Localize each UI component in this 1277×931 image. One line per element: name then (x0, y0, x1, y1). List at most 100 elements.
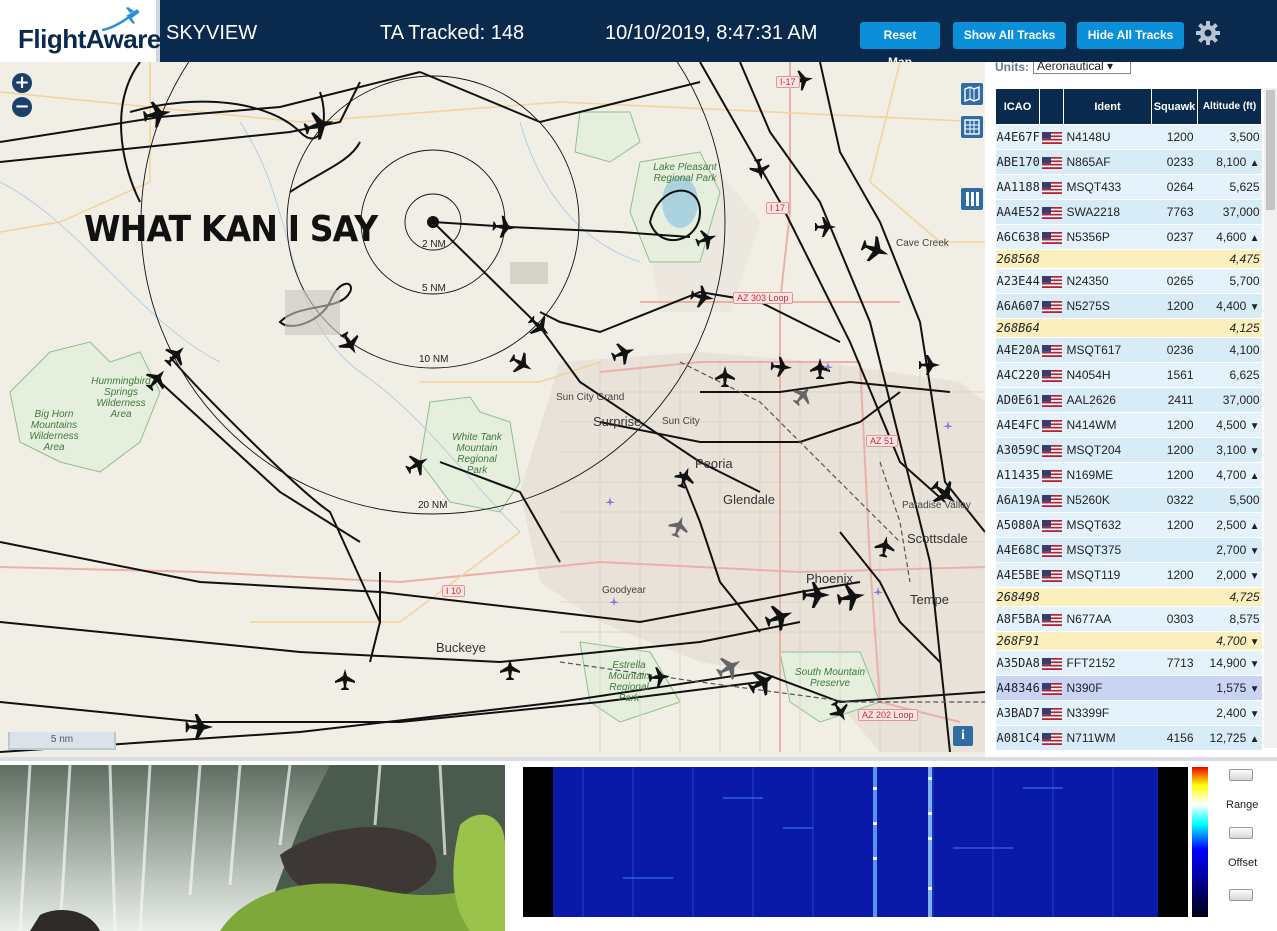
squawk-cell (1151, 675, 1198, 701)
range-slider-handle[interactable] (1229, 827, 1253, 839)
park-label: Estrella Mountain Regional Park (608, 660, 650, 704)
icao-cell: A5080A (995, 512, 1040, 538)
aircraft-row[interactable]: AD0E61 AAL2626 2411 37,000 (995, 387, 1262, 413)
aircraft-row[interactable]: A6C638 N5356P 0237 4,600 ▲ (995, 224, 1262, 250)
show-all-tracks-button[interactable]: Show All Tracks (953, 22, 1066, 49)
aircraft-row[interactable]: A3059C MSQT204 1200 3,100 ▼ (995, 437, 1262, 463)
squawk-cell: 1200 (1151, 437, 1198, 463)
aircraft-row[interactable]: A4E67F N4148U 1200 3,500 (995, 124, 1262, 150)
aircraft-row[interactable]: A6A19A N5260K 0322 5,500 (995, 487, 1262, 513)
range-ring-label: 5 NM (422, 283, 446, 294)
offset-label: Offset (1228, 857, 1258, 869)
waterfall-photo (0, 765, 505, 931)
icao-cell: 268498 (995, 587, 1040, 607)
aircraft-row[interactable]: AA1188 MSQT433 0264 5,625 (995, 174, 1262, 200)
top-slider-handle[interactable] (1229, 769, 1253, 781)
aircraft-row[interactable]: 268568 4,475 (995, 249, 1262, 269)
ident-cell: N390F (1063, 675, 1152, 701)
aircraft-row[interactable]: A11435 N169ME 1200 4,700 ▲ (995, 462, 1262, 488)
altitude-cell: 14,900 ▼ (1197, 650, 1262, 676)
squawk-cell: 1561 (1151, 362, 1198, 388)
column-header-altitude[interactable]: Altitude (ft) (1197, 88, 1262, 125)
aircraft-row[interactable]: 268F91 4,700 ▼ (995, 631, 1262, 651)
aircraft-row[interactable]: A4C220 N4054H 1561 6,625 (995, 362, 1262, 388)
ident-cell: N24350 (1063, 268, 1152, 294)
road-shield: AZ 51 (866, 435, 899, 447)
place-label: Cave Creek (896, 238, 949, 249)
aircraft-row[interactable]: 268B64 4,125 (995, 318, 1262, 338)
column-header-ident[interactable]: Ident (1063, 88, 1152, 125)
icao-cell: A4C220 (995, 362, 1040, 388)
reset-map-button[interactable]: Reset Map (860, 22, 940, 69)
flag-cell (1039, 362, 1064, 388)
icao-cell: A8F5BA (995, 606, 1040, 632)
aircraft-row[interactable]: A4E5BE MSQT119 1200 2,000 ▼ (995, 562, 1262, 588)
icao-cell: A4E68C (995, 537, 1040, 563)
altitude-cell: 5,625 (1197, 174, 1262, 200)
ident-cell: N4148U (1063, 124, 1152, 150)
us-flag-icon (1041, 613, 1062, 626)
city-label: Scottsdale (907, 531, 968, 546)
road-shield: AZ 303 Loop (733, 292, 793, 304)
aircraft-row[interactable]: A3BAD7 N3399F 2,400 ▼ (995, 700, 1262, 726)
altitude-cell: 12,725 ▲ (1197, 725, 1262, 751)
column-header-squawk[interactable]: Squawk (1151, 88, 1198, 125)
aircraft-row[interactable]: A35DA8 FFT2152 7713 14,900 ▼ (995, 650, 1262, 676)
scrollbar-thumb[interactable] (1266, 90, 1275, 210)
hide-all-tracks-button[interactable]: Hide All Tracks (1077, 22, 1184, 49)
road-shield: AZ 202 Loop (858, 709, 918, 721)
aircraft-row[interactable]: A4E20A MSQT617 0236 4,100 (995, 337, 1262, 363)
ident-cell: N3399F (1063, 700, 1152, 726)
map-layers-button[interactable] (961, 83, 983, 105)
altitude-cell: 4,700 ▼ (1197, 631, 1262, 651)
altitude-trend-icon: ▼ (1249, 684, 1260, 695)
squawk-cell: 1200 (1151, 462, 1198, 488)
flightaware-logo[interactable]: FlightAware (0, 0, 161, 62)
flag-cell (1039, 487, 1064, 513)
us-flag-icon (1041, 494, 1062, 507)
place-label: Sun City (662, 416, 700, 427)
ident-cell: MSQT375 (1063, 537, 1152, 563)
aircraft-row[interactable]: A4E4FC N414WM 1200 4,500 ▼ (995, 412, 1262, 438)
column-header-icao[interactable]: ICAO (995, 88, 1040, 125)
toggle-panel-button[interactable] (961, 188, 983, 210)
aircraft-row[interactable]: A8F5BA N677AA 0303 8,575 (995, 606, 1262, 632)
ident-cell: N5356P (1063, 224, 1152, 250)
icao-cell: A35DA8 (995, 650, 1040, 676)
offset-slider-handle[interactable] (1229, 889, 1253, 901)
us-flag-icon (1041, 300, 1062, 313)
aircraft-row[interactable]: A081C4 N711WM 4156 12,725 ▲ (995, 725, 1262, 751)
ident-cell (1063, 587, 1152, 607)
park-label: Big Horn Mountains Wilderness Area (29, 409, 79, 453)
flag-cell (1039, 462, 1064, 488)
info-button[interactable]: i (953, 726, 973, 746)
altitude-value: 5,500 (1229, 493, 1260, 507)
aircraft-row[interactable]: AA4E52 SWA2218 7763 37,000 (995, 199, 1262, 225)
altitude-trend-icon: ▲ (1249, 158, 1260, 169)
aircraft-row[interactable]: 268498 4,725 (995, 587, 1262, 607)
aircraft-row[interactable]: A23E44 N24350 0265 5,700 (995, 268, 1262, 294)
gear-icon[interactable] (1195, 20, 1221, 46)
park-label: Lake Pleasant Regional Park (653, 162, 717, 184)
flag-cell (1039, 725, 1064, 751)
units-select[interactable]: Aeronautical ▾ (1033, 62, 1131, 74)
altitude-cell: 2,700 ▼ (1197, 537, 1262, 563)
header-bar: FlightAware SKYVIEW TA Tracked: 148 10/1… (0, 0, 1277, 69)
table-scrollbar[interactable] (1264, 88, 1277, 748)
zoom-out-button[interactable]: − (12, 97, 32, 117)
zoom-in-button[interactable]: + (12, 73, 32, 93)
city-label: Peoria (695, 456, 733, 471)
flight-map[interactable]: Surprise Peoria Glendale Scottsdale Phoe… (0, 62, 985, 757)
flag-cell (1039, 675, 1064, 701)
ident-cell: N677AA (1063, 606, 1152, 632)
aircraft-row[interactable]: A4E68C MSQT375 2,700 ▼ (995, 537, 1262, 563)
altitude-value: 4,700 (1216, 634, 1247, 648)
icao-cell: AA4E52 (995, 199, 1040, 225)
aircraft-row[interactable]: A5080A MSQT632 1200 2,500 ▲ (995, 512, 1262, 538)
grid-toggle-button[interactable] (961, 116, 983, 138)
column-header-flag[interactable] (1039, 88, 1064, 125)
aircraft-row[interactable]: ABE170 N865AF 0233 8,100 ▲ (995, 149, 1262, 175)
aircraft-row[interactable]: A48346 N390F 1,575 ▼ (995, 675, 1262, 701)
altitude-cell: 2,500 ▲ (1197, 512, 1262, 538)
aircraft-row[interactable]: A6A607 N5275S 1200 4,400 ▼ (995, 293, 1262, 319)
